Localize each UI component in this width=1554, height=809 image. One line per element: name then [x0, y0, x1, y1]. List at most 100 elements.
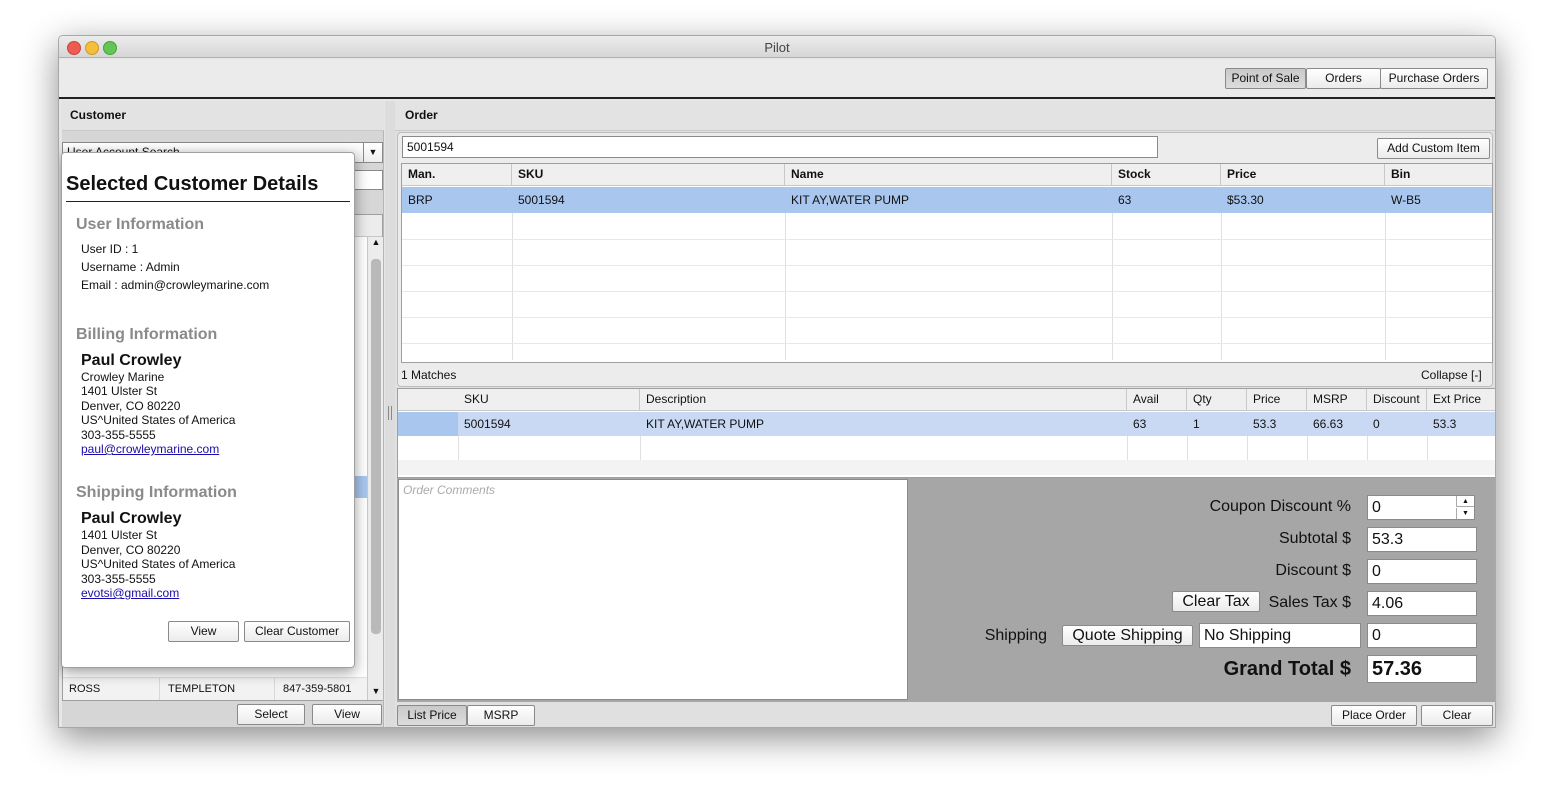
panel-splitter[interactable] [385, 101, 395, 727]
column-header-description[interactable]: Description [640, 389, 1127, 410]
item-results-table: Man. SKU Name Stock Price Bin BRP 500159… [401, 163, 1493, 363]
place-order-button[interactable]: Place Order [1331, 705, 1417, 726]
customer-first-name: ROSS [69, 683, 101, 695]
column-header-msrp[interactable]: MSRP [1307, 389, 1367, 410]
shipping-country: US^United States of America [81, 557, 236, 571]
user-id: User ID : 1 [81, 242, 139, 256]
shipping-name: Paul Crowley [81, 510, 182, 527]
add-custom-item-button[interactable]: Add Custom Item [1377, 138, 1490, 159]
clear-customer-button[interactable]: Clear Customer [244, 621, 350, 642]
row-handle[interactable] [398, 412, 458, 436]
order-panel: Order 5001594 Add Custom Item Man. SKU N… [395, 101, 1495, 727]
discount-field[interactable]: 0 [1367, 559, 1477, 584]
coupon-discount-value: 0 [1372, 499, 1381, 516]
table-row[interactable]: BRP 5001594 KIT AY,WATER PUMP 63 $53.30 … [402, 187, 1492, 213]
collapse-link[interactable]: Collapse [-] [1421, 368, 1482, 382]
top-toolbar: Point of Sale Orders Purchase Orders [59, 59, 1495, 99]
increment-icon[interactable]: ▲ [1456, 496, 1474, 507]
cell-name: KIT AY,WATER PUMP [791, 193, 910, 207]
list-price-button[interactable]: List Price [397, 705, 467, 726]
column-header-price[interactable]: Price [1221, 164, 1385, 185]
column-header-qty[interactable]: Qty [1187, 389, 1247, 410]
view-customer-list-button[interactable]: View [312, 704, 382, 725]
window-title: Pilot [764, 40, 790, 55]
chevron-down-icon: ▼ [363, 143, 382, 162]
billing-info-heading: Billing Information [76, 326, 218, 343]
cell-price: $53.30 [1227, 193, 1264, 207]
clear-order-button[interactable]: Clear [1421, 705, 1493, 726]
column-header-price[interactable]: Price [1247, 389, 1307, 410]
popup-title: Selected Customer Details [66, 173, 319, 195]
subtotal-field[interactable]: 53.3 [1367, 527, 1477, 552]
shipping-label: Shipping [984, 627, 1047, 644]
app-window: Pilot Point of Sale Orders Purchase Orde… [58, 35, 1496, 728]
billing-street: 1401 Ulster St [81, 384, 158, 398]
cell-description: KIT AY,WATER PUMP [646, 417, 765, 431]
order-lines-table: SKU Description Avail Qty Price MSRP Dis… [397, 388, 1495, 478]
customer-phone: 847-359-5801 [283, 683, 352, 695]
popup-title-divider [66, 201, 350, 202]
coupon-discount-stepper[interactable]: 0 ▲ ▼ [1367, 495, 1475, 520]
billing-country: US^United States of America [81, 413, 236, 427]
coupon-discount-label: Coupon Discount % [1209, 498, 1351, 515]
decrement-icon[interactable]: ▼ [1456, 508, 1474, 519]
cell-manufacturer: BRP [408, 193, 433, 207]
customer-list-scrollbar[interactable]: ▲ ▼ [367, 237, 383, 700]
customer-details-popup: Selected Customer Details User Informati… [61, 152, 355, 668]
shipping-email-link[interactable]: evotsi@gmail.com [81, 586, 179, 600]
chevron-up-icon[interactable]: ▲ [368, 237, 384, 251]
chevron-down-icon[interactable]: ▼ [368, 686, 384, 700]
order-comments[interactable]: Order Comments [398, 479, 908, 700]
sales-tax-field[interactable]: 4.06 [1367, 591, 1477, 616]
shipping-phone: 303-355-5555 [81, 572, 156, 586]
cell-avail: 63 [1133, 417, 1147, 431]
cell-price[interactable]: 53.3 [1247, 412, 1307, 436]
column-header-sku[interactable]: SKU [512, 164, 785, 185]
item-search-input[interactable]: 5001594 [402, 136, 1158, 158]
column-header-bin[interactable]: Bin [1385, 164, 1492, 185]
totals-area: Order Comments Coupon Discount % 0 ▲ ▼ S… [397, 478, 1495, 702]
shipping-street: 1401 Ulster St [81, 528, 158, 542]
column-header-avail[interactable]: Avail [1127, 389, 1187, 410]
select-customer-button[interactable]: Select [237, 704, 305, 725]
grand-total-label: Grand Total $ [1223, 658, 1351, 680]
billing-phone: 303-355-5555 [81, 428, 156, 442]
title-bar: Pilot [59, 36, 1495, 58]
column-header-ext-price[interactable]: Ext Price [1427, 389, 1495, 410]
cell-qty[interactable]: 1 [1187, 412, 1247, 436]
column-header-name[interactable]: Name [785, 164, 1112, 185]
column-header-manufacturer[interactable]: Man. [402, 164, 512, 185]
tab-point-of-sale[interactable]: Point of Sale [1225, 68, 1306, 89]
discount-label: Discount $ [1275, 562, 1351, 579]
billing-email-link[interactable]: paul@crowleymarine.com [81, 442, 219, 456]
matches-count: 1 Matches [401, 368, 457, 382]
sales-tax-label: Sales Tax $ [1268, 594, 1351, 611]
scrollbar-thumb[interactable] [371, 259, 381, 634]
cell-sku: 5001594 [518, 193, 565, 207]
billing-city: Denver, CO 80220 [81, 399, 181, 413]
item-search-box: 5001594 Add Custom Item Man. SKU Name St… [397, 132, 1493, 387]
cell-sku: 5001594 [464, 417, 511, 431]
cell-msrp: 66.63 [1313, 417, 1344, 431]
billing-name: Paul Crowley [81, 352, 182, 369]
tab-purchase-orders[interactable]: Purchase Orders [1380, 68, 1488, 89]
cell-bin: W-B5 [1391, 193, 1421, 207]
table-row[interactable]: 5001594 KIT AY,WATER PUMP 63 1 53.3 66.6… [398, 412, 1495, 436]
column-header-stock[interactable]: Stock [1112, 164, 1221, 185]
cell-discount[interactable]: 0 [1367, 412, 1427, 436]
column-header-sku[interactable]: SKU [458, 389, 640, 410]
quote-shipping-button[interactable]: Quote Shipping [1062, 625, 1193, 646]
msrp-button[interactable]: MSRP [467, 705, 535, 726]
view-customer-button[interactable]: View [168, 621, 239, 642]
user-email: Email : admin@crowleymarine.com [81, 278, 270, 292]
shipping-city: Denver, CO 80220 [81, 543, 181, 557]
column-header-discount[interactable]: Discount [1367, 389, 1427, 410]
clear-tax-button[interactable]: Clear Tax [1172, 591, 1260, 612]
tab-orders[interactable]: Orders [1306, 68, 1381, 89]
order-panel-title: Order [395, 101, 1495, 131]
shipping-cost-field[interactable]: 0 [1367, 623, 1477, 648]
shipping-method-field[interactable]: No Shipping [1199, 623, 1361, 648]
customer-row[interactable]: ROSS TEMPLETON 847-359-5801 [63, 677, 367, 700]
cell-stock: 63 [1118, 193, 1132, 207]
item-results-header: Man. SKU Name Stock Price Bin [402, 164, 1492, 186]
